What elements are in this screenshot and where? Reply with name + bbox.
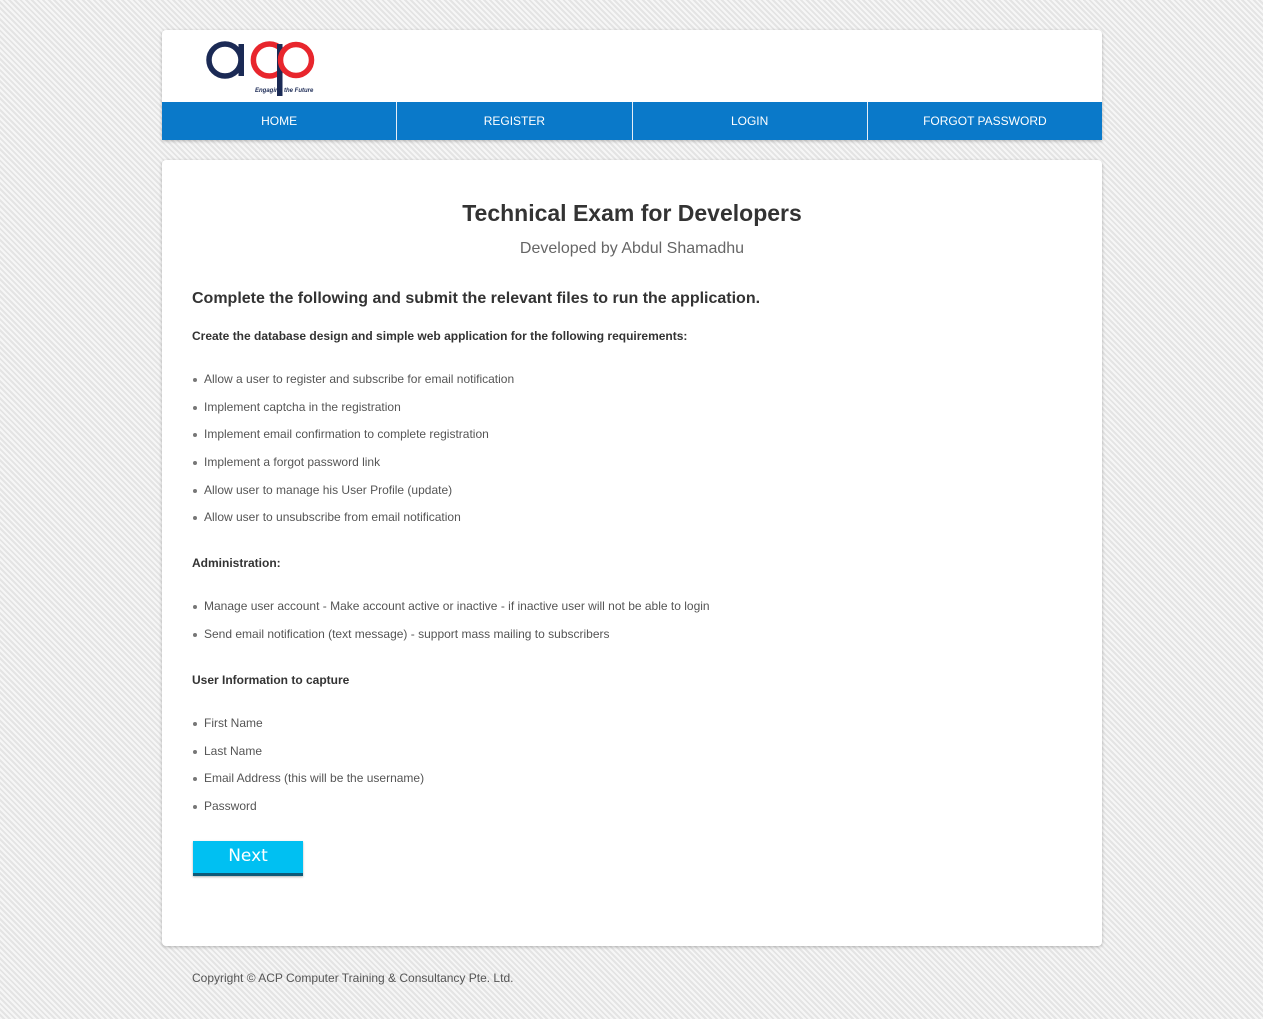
administration-list: Manage user account - Make account activ… <box>192 599 710 654</box>
administration-heading: Administration: <box>192 556 281 570</box>
page-subtitle: Developed by Abdul Shamadhu <box>519 240 745 257</box>
nav-register[interactable]: REGISTER <box>397 102 633 140</box>
page-title: Technical Exam for Developers <box>462 200 802 226</box>
header: Engaging the Future HOME REGISTER LOGIN … <box>162 30 1102 140</box>
list-item: Send email notification (text message) -… <box>192 627 710 655</box>
main-nav: HOME REGISTER LOGIN FORGOT PASSWORD <box>162 102 1102 140</box>
list-item: Last Name <box>192 744 424 772</box>
list-item: Implement a forgot password link <box>192 455 514 483</box>
list-item: First Name <box>192 716 424 744</box>
intro-text: Complete the following and submit the re… <box>192 290 761 307</box>
requirements-list: Allow a user to register and subscribe f… <box>192 372 514 538</box>
list-item: Allow user to manage his User Profile (u… <box>192 483 514 511</box>
list-item: Allow user to unsubscribe from email not… <box>192 510 514 538</box>
list-item: Password <box>192 799 424 827</box>
list-item: Manage user account - Make account activ… <box>192 599 710 627</box>
user-info-list: First Name Last Name Email Address (this… <box>192 716 424 827</box>
list-item: Implement captcha in the registration <box>192 400 514 428</box>
nav-login[interactable]: LOGIN <box>633 102 868 140</box>
footer-copyright: Copyright © ACP Computer Training & Cons… <box>192 971 514 985</box>
list-item: Implement email confirmation to complete… <box>192 427 514 455</box>
nav-home[interactable]: HOME <box>162 102 398 140</box>
requirements-heading: Create the database design and simple we… <box>192 329 688 343</box>
user-info-heading: User Information to capture <box>192 673 350 687</box>
logo-tagline: Engaging the Future <box>255 88 314 94</box>
content-panel: Technical Exam for Developers Developed … <box>162 160 1102 946</box>
list-item: Email Address (this will be the username… <box>192 771 424 799</box>
acp-logo[interactable]: Engaging the Future <box>205 35 317 97</box>
list-item: Allow a user to register and subscribe f… <box>192 372 514 400</box>
next-button[interactable]: Next <box>193 841 303 876</box>
nav-forgot-password[interactable]: FORGOT PASSWORD <box>868 102 1102 140</box>
